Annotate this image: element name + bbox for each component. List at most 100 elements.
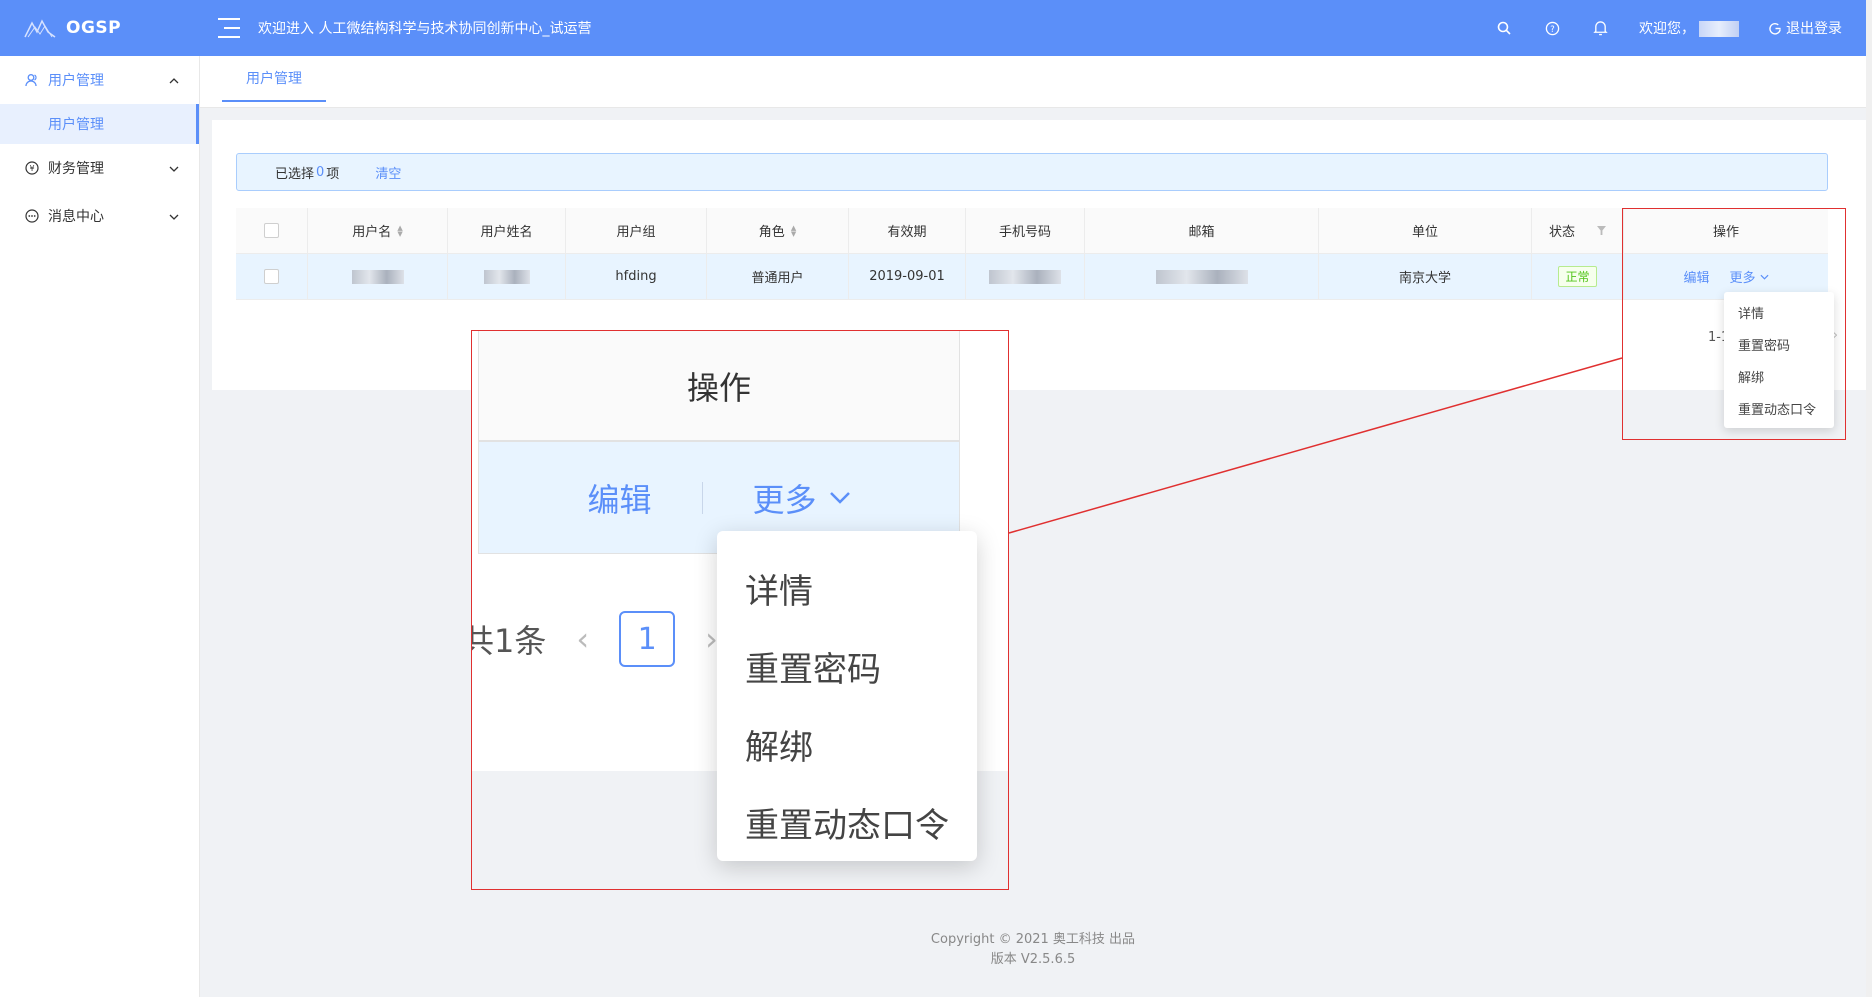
cell-status: 正常 [1532,254,1624,299]
selection-prefix: 已选择 [275,166,315,182]
phone-blurred [989,269,1061,284]
logo-mountain-icon [24,19,56,38]
sort-icon[interactable]: ▲ ▼ [397,224,402,237]
zoom-dropdown-menu: 详情 重置密码 解绑 重置动态口令 [717,531,977,861]
tab-bar: 用户管理 [200,56,1866,108]
cell-email [1085,254,1319,299]
cell-group: hfding [566,254,707,299]
tab-user-management[interactable]: 用户管理 [222,56,326,102]
role-value: 普通用户 [751,271,804,286]
logo-text: OGSP [66,18,122,38]
welcome-text: 欢迎您， [1639,21,1695,37]
users-icon [24,72,40,88]
zoom-menu-item-details: 详情 [745,571,813,612]
main-panel: 已选择 0 项 清空 用户名 ▲ ▼ 用户姓名 用户组 角色 ▲ ▼ 有效期 手机号码 … [212,120,1866,390]
col-expiry: 有效期 [849,208,966,253]
version-text: 版本 V2.5.6.5 [990,952,1076,967]
search-icon[interactable] [1495,19,1513,37]
selection-alert: 已选择 0 项 清空 [236,153,1828,191]
status-badge: 正常 [1558,266,1597,287]
page-title: 欢迎进入 人工微结构科学与技术协同创新中心_试运营 [258,21,592,37]
chevron-down-icon [169,208,179,224]
sort-icon[interactable]: ▲ ▼ [791,224,796,237]
col-label: 状态 [1548,225,1575,240]
zoom-more-label: 更多 [752,480,817,519]
yen-circle-icon: ¥ [24,160,40,176]
zoom-prev-icon: ‹ [576,620,590,658]
col-label: 有效期 [887,225,927,240]
col-phone: 手机号码 [966,208,1085,253]
username-blurred [1699,21,1739,37]
svg-text:?: ? [1550,23,1554,33]
sidebar-group-messages[interactable]: 消息中心 [0,192,199,240]
table-header-row: 用户名 ▲ ▼ 用户姓名 用户组 角色 ▲ ▼ 有效期 手机号码 邮箱 单位 状态 操作 [236,208,1828,254]
zoom-more-trigger: 更多 [753,475,851,521]
tab-label: 用户管理 [246,71,302,87]
cell-expiry: 2019-09-01 [849,254,966,299]
top-header: OGSP 欢迎进入 人工微结构科学与技术协同创新中心_试运营 ? 欢迎您， 退出… [0,0,1872,56]
zoom-menu-item-reset-password: 重置密码 [745,649,881,690]
col-label: 手机号码 [998,225,1051,240]
col-status[interactable]: 状态 [1532,208,1624,253]
sidebar-group-user-management[interactable]: 用户管理 [0,56,199,104]
col-label: 用户姓名 [480,225,533,240]
sidebar-item-user-management[interactable]: 用户管理 [0,104,199,144]
logout-button[interactable]: 退出登录 [1769,18,1842,38]
col-email: 邮箱 [1085,208,1319,253]
col-label: 单位 [1411,225,1438,240]
col-label: 邮箱 [1188,225,1215,240]
help-icon[interactable]: ? [1543,19,1561,37]
filter-icon[interactable] [1597,226,1606,235]
zoom-callout: 操作 编辑 更多 共1条 ‹ 1 › 详情 重置密码 解绑 重置动态口令 [471,330,1009,890]
sidebar: 用户管理 用户管理 ¥ 财务管理 消息中心 [0,56,200,997]
logout-label: 退出登录 [1786,21,1842,37]
col-username[interactable]: 用户名 ▲ ▼ [308,208,448,253]
chevron-down-icon [169,160,179,176]
user-table: 用户名 ▲ ▼ 用户姓名 用户组 角色 ▲ ▼ 有效期 手机号码 邮箱 单位 状态 操作… [236,208,1828,300]
user-welcome[interactable]: 欢迎您， [1639,18,1739,38]
username-blurred [351,269,404,284]
logout-icon [1769,22,1781,35]
cell-role: 普通用户 [707,254,849,299]
col-fullname: 用户姓名 [448,208,566,253]
selection-count: 0 [316,164,325,180]
header-select-all[interactable] [236,208,308,253]
chevron-up-icon [169,72,179,88]
fullname-blurred [483,269,530,284]
sidebar-group-label: 用户管理 [48,73,104,89]
highlight-box [1622,208,1846,440]
table-row[interactable]: hfding 普通用户 2019-09-01 南京大学 正常 编辑 更多 [236,254,1828,300]
zoom-edit-link: 编辑 [587,480,652,519]
page-footer: Copyright © 2021 奥工科技 出品 版本 V2.5.6.5 [200,930,1866,970]
sidebar-group-finance[interactable]: ¥ 财务管理 [0,144,199,192]
menu-fold-icon[interactable] [218,18,240,38]
selection-suffix: 项 [326,166,340,182]
zoom-divider [701,481,703,514]
zoom-page-button: 1 [619,611,676,667]
svg-text:¥: ¥ [29,164,34,173]
col-label: 用户组 [616,225,656,240]
cell-username [308,254,448,299]
zoom-menu-item-reset-otp: 重置动态口令 [745,805,949,846]
clear-selection-link[interactable]: 清空 [375,163,401,182]
bell-icon[interactable] [1591,19,1609,37]
zoom-pagination-summary: 共1条 [472,622,547,660]
logo[interactable]: OGSP [0,18,200,38]
select-all-checkbox[interactable] [264,223,279,238]
col-label: 用户名 [352,225,392,240]
cell-phone [966,254,1085,299]
chevron-down-icon [829,491,850,504]
email-blurred [1155,269,1248,284]
copyright-text: Copyright © 2021 奥工科技 出品 [930,932,1136,947]
sidebar-item-label: 用户管理 [48,117,104,133]
message-icon [24,208,40,224]
unit-value: 南京大学 [1398,271,1451,286]
zoom-header-label: 操作 [686,368,751,407]
zoom-header-cell: 操作 [478,331,960,441]
row-checkbox[interactable] [264,269,279,284]
row-select[interactable] [236,254,308,299]
page-scrollbar[interactable] [1866,0,1872,997]
col-role[interactable]: 角色 ▲ ▼ [707,208,849,253]
sidebar-group-label: 消息中心 [48,209,104,225]
col-group: 用户组 [566,208,707,253]
